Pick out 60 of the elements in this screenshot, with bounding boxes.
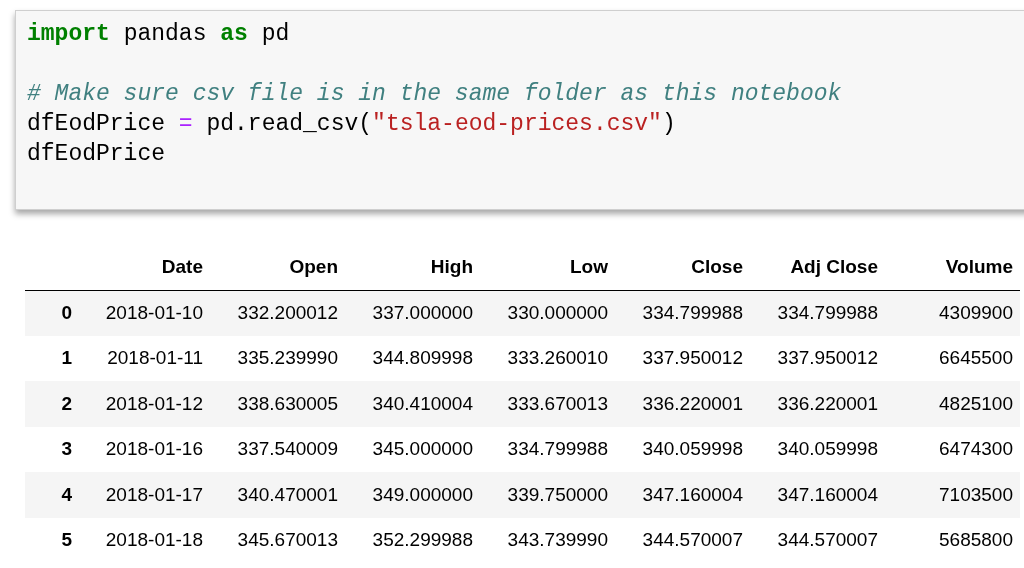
table-cell: 345.670013 (237, 529, 338, 550)
table-cell: 2018-01-12 (105, 392, 203, 414)
row-index: 3 (61, 438, 72, 459)
table-cell: 2018-01-10 (105, 301, 203, 323)
code-line: dfEodPrice = pd.read_csv("tsla-eod-prices.csv") (27, 110, 677, 139)
table-cell: 340.059998 (642, 438, 743, 459)
table-cell: 344.570007 (642, 529, 743, 550)
row-index: 4 (61, 483, 72, 505)
table-cell: 352.299988 (372, 529, 473, 550)
table-cell: 332.200012 (237, 301, 338, 323)
column-header: Volume (945, 256, 1013, 277)
table-cell: 345.000000 (372, 438, 473, 459)
row-index: 5 (61, 529, 72, 550)
table-cell: 336.220001 (642, 392, 743, 414)
column-header: High (430, 256, 473, 277)
table-cell: 2018-01-18 (105, 529, 203, 550)
table-cell: 338.630005 (237, 392, 338, 414)
table-cell: 334.799988 (777, 301, 878, 323)
table-cell: 2018-01-16 (105, 438, 203, 459)
table-cell: 337.540009 (237, 438, 338, 459)
table-cell: 337.000000 (372, 301, 473, 323)
row-index: 0 (61, 301, 72, 323)
table-cell: 339.750000 (507, 483, 608, 505)
table-cell: 4825100 (939, 392, 1013, 414)
table-cell: 330.000000 (507, 301, 608, 323)
code-line: # Make sure csv file is in the same folder as this notebook (27, 80, 843, 109)
table-cell: 2018-01-17 (105, 483, 203, 505)
table-cell: 343.739990 (507, 529, 608, 550)
table-cell: 349.000000 (372, 483, 473, 505)
table-cell: 6474300 (939, 438, 1013, 459)
table-cell: 5685800 (939, 529, 1013, 550)
table-cell: 333.260010 (507, 347, 608, 368)
row-index: 1 (61, 347, 72, 368)
table-cell: 340.470001 (237, 483, 338, 505)
table-cell: 337.950012 (777, 347, 878, 368)
table-cell: 4309900 (939, 301, 1013, 323)
table-cell: 334.799988 (642, 301, 743, 323)
table-cell: 7103500 (939, 483, 1013, 505)
table-cell: 6645500 (939, 347, 1013, 368)
table-cell: 2018-01-11 (107, 347, 203, 368)
table-cell: 340.410004 (372, 392, 473, 414)
table-cell: 344.809998 (372, 347, 473, 368)
table-cell: 340.059998 (777, 438, 878, 459)
row-index: 2 (61, 392, 72, 414)
column-header: Date (161, 256, 203, 277)
table-cell: 334.799988 (507, 438, 608, 459)
table-cell: 347.160004 (777, 483, 878, 505)
table-cell: 333.670013 (507, 392, 608, 414)
code-line: import pandas as pd (27, 20, 291, 49)
column-header: Adj Close (790, 256, 878, 277)
column-header: Low (570, 256, 608, 277)
table-cell: 335.239990 (237, 347, 338, 368)
table-cell: 337.950012 (642, 347, 743, 368)
column-header: Open (289, 256, 338, 277)
table-cell: 347.160004 (642, 483, 743, 505)
code-cell[interactable]: import pandas as pd # Make sure csv file is in the same folder as this notebook dfEodPrice = pd.read_csv("tsla-eod-prices.csv") dfEodPrice (15, 10, 1024, 210)
column-header: Close (691, 256, 743, 277)
table-cell: 336.220001 (777, 392, 878, 414)
table-cell: 344.570007 (777, 529, 878, 550)
code-line: dfEodPrice (27, 140, 167, 169)
